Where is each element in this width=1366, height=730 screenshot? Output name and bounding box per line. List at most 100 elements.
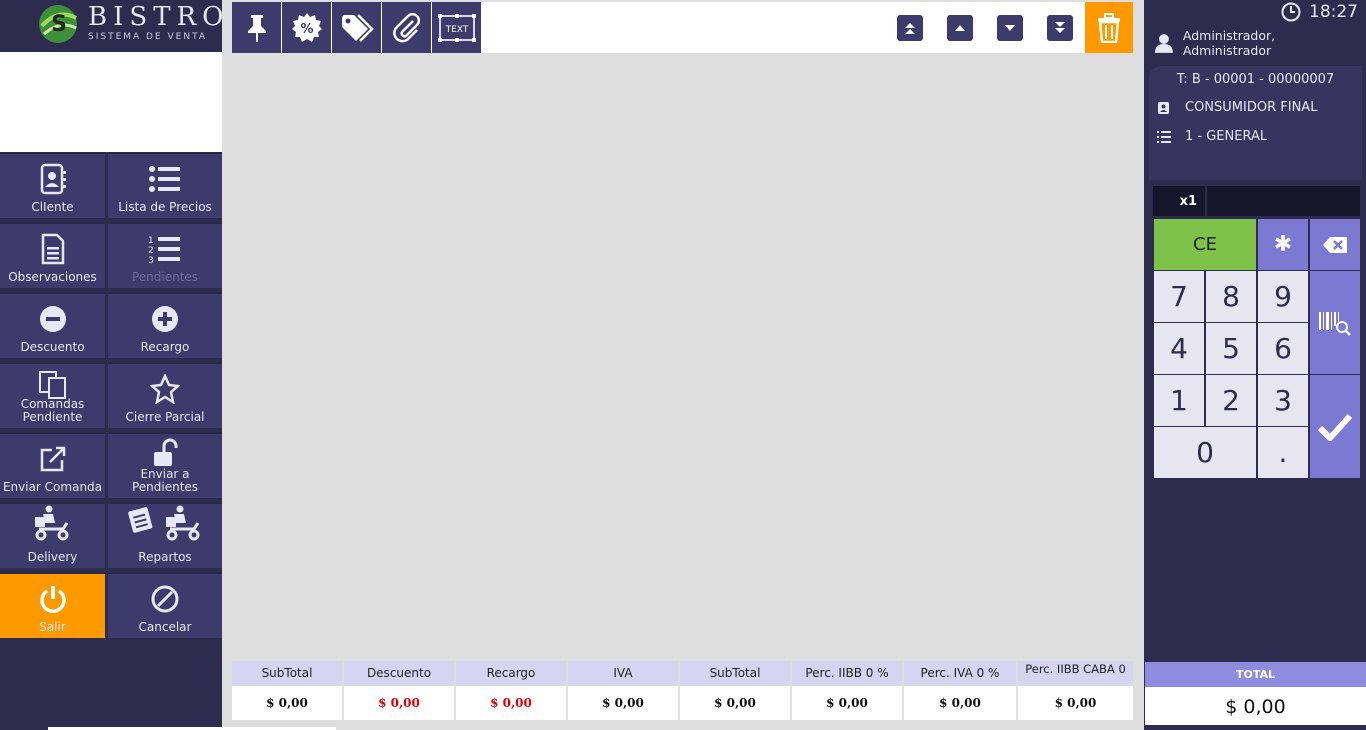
brand-tagline: SISTEMA DE VENTA (88, 32, 208, 42)
discount-badge-icon: % (291, 12, 322, 42)
key-4[interactable]: 4 (1154, 323, 1204, 374)
discount-button[interactable]: Descuento (0, 292, 105, 358)
deliveries-button-label: Repartos (138, 550, 192, 564)
external-link-icon (40, 446, 65, 472)
key-0[interactable]: 0 (1154, 427, 1256, 478)
list-icon (1157, 130, 1171, 143)
contact-icon (1158, 101, 1169, 114)
pending-orders-button[interactable]: Comandas Pendiente (0, 362, 105, 428)
logo: S BISTROT SISTEMA DE VENTA (0, 0, 247, 52)
totals-header: Recargo (456, 661, 566, 685)
totals-value: $ 0,00 (680, 686, 790, 720)
totals-value: $ 0,00 (904, 686, 1016, 720)
key-9[interactable]: 9 (1258, 271, 1308, 322)
multiply-button[interactable]: ✱ (1258, 219, 1308, 270)
pin-icon (247, 14, 266, 42)
send-order-button[interactable]: Enviar Comanda (0, 432, 105, 498)
surcharge-button-label: Recargo (140, 340, 190, 354)
totals-value: $ 0,00 (1018, 686, 1133, 720)
totals-header: IVA (568, 661, 678, 685)
totals-header: Perc. IIBB CABA 0 (1018, 661, 1133, 685)
totals-header: SubTotal (680, 661, 790, 685)
totals-value: $ 0,00 (456, 686, 566, 720)
partial-close-button-label: Cierre Parcial (125, 410, 205, 424)
last-item-button[interactable] (1035, 2, 1084, 53)
svg-text:%: % (300, 22, 313, 37)
key-2[interactable]: 2 (1206, 375, 1256, 426)
partial-close-button[interactable]: Cierre Parcial (108, 362, 222, 428)
barcode-search-button[interactable] (1310, 271, 1360, 374)
price-list-row[interactable]: 1 - GENERAL (1157, 129, 1267, 144)
down-button[interactable] (985, 2, 1034, 53)
toolbar: % TEXT (232, 2, 1133, 53)
price-list-name: 1 - GENERAL (1185, 129, 1268, 144)
observations-button[interactable]: Observaciones (0, 222, 105, 288)
clear-entry-button[interactable]: CE (1154, 219, 1256, 270)
list-icon (149, 166, 180, 192)
discount-button-label: Descuento (20, 340, 85, 354)
totals-table: SubTotal Descuento Recargo IVA SubTotal … (232, 661, 1133, 720)
client-button[interactable]: ClIente (0, 152, 105, 218)
key-5[interactable]: 5 (1206, 323, 1256, 374)
pending-orders-button-label: Comandas Pendiente (20, 397, 85, 424)
pending-button[interactable]: 123 Pendientes (108, 222, 222, 288)
pin-button[interactable] (232, 2, 281, 53)
clock-time: 18:27 (1309, 2, 1358, 22)
totals-value: $ 0,00 (232, 686, 342, 720)
deliveries-icon (128, 505, 200, 541)
key-1[interactable]: 1 (1154, 375, 1204, 426)
discount-badge-button[interactable]: % (282, 2, 331, 53)
first-icon (904, 22, 915, 34)
customer-row[interactable]: CONSUMIDOR FINAL (1157, 100, 1317, 115)
delivery-button[interactable]: Delivery (0, 502, 105, 568)
totals-value: $ 0,00 (792, 686, 902, 720)
tags-button[interactable] (332, 2, 381, 53)
price-list-button-label: Lista de Precios (118, 200, 212, 214)
user-icon (1155, 34, 1173, 53)
text-button[interactable]: TEXT (432, 2, 481, 53)
price-list-button[interactable]: Lista de Precios (108, 152, 222, 218)
attach-button[interactable] (382, 2, 431, 53)
check-icon (1318, 413, 1352, 441)
key-decimal[interactable]: . (1258, 427, 1308, 478)
backspace-button[interactable] (1310, 219, 1360, 270)
first-item-button[interactable] (885, 2, 934, 53)
up-button[interactable] (935, 2, 984, 53)
surcharge-button[interactable]: Recargo (108, 292, 222, 358)
key-3[interactable]: 3 (1258, 375, 1308, 426)
totals-value: $ 0,00 (344, 686, 454, 720)
clock: 18:27 (1281, 2, 1358, 22)
client-button-label: ClIente (31, 200, 74, 214)
totals-value: $ 0,00 (568, 686, 678, 720)
svg-text:3: 3 (148, 256, 154, 264)
send-to-pending-button-label: Enviar a Pendientes (131, 467, 199, 494)
ticket-info: T: B - 00001 - 00000007 CONSUMIDOR FINAL… (1149, 66, 1362, 180)
key-7[interactable]: 7 (1154, 271, 1204, 322)
cancel-button[interactable]: Cancelar (108, 572, 222, 638)
document-icon (41, 233, 64, 265)
bistrot-logo-icon: S (39, 5, 77, 43)
paperclip-icon (392, 12, 420, 42)
cancel-button-label: Cancelar (138, 620, 192, 634)
exit-button-label: Salir (39, 620, 66, 634)
delete-button[interactable] (1085, 2, 1133, 53)
barcode-search-icon (1319, 311, 1351, 336)
user-info: Administrador, Administrador (1155, 28, 1366, 58)
key-8[interactable]: 8 (1206, 271, 1256, 322)
action-grid: ClIente Lista de Precios Observaciones 1… (0, 152, 222, 730)
copy-icon (38, 371, 66, 399)
quantity-multiplier: x1 (1153, 186, 1205, 216)
deliveries-button[interactable]: Repartos (108, 502, 222, 568)
trash-icon (1098, 12, 1120, 43)
totals-header: Perc. IVA 0 % (904, 661, 1016, 685)
power-icon (39, 586, 66, 613)
text-icon-label: TEXT (444, 25, 468, 35)
unlock-icon (154, 438, 178, 466)
clock-icon (1281, 2, 1301, 22)
send-to-pending-button[interactable]: Enviar a Pendientes (108, 432, 222, 498)
key-6[interactable]: 6 (1258, 323, 1308, 374)
confirm-button[interactable] (1310, 375, 1360, 478)
exit-button[interactable]: Salir (0, 572, 105, 638)
keypad-input[interactable] (1207, 186, 1360, 216)
svg-text:1: 1 (148, 236, 154, 246)
